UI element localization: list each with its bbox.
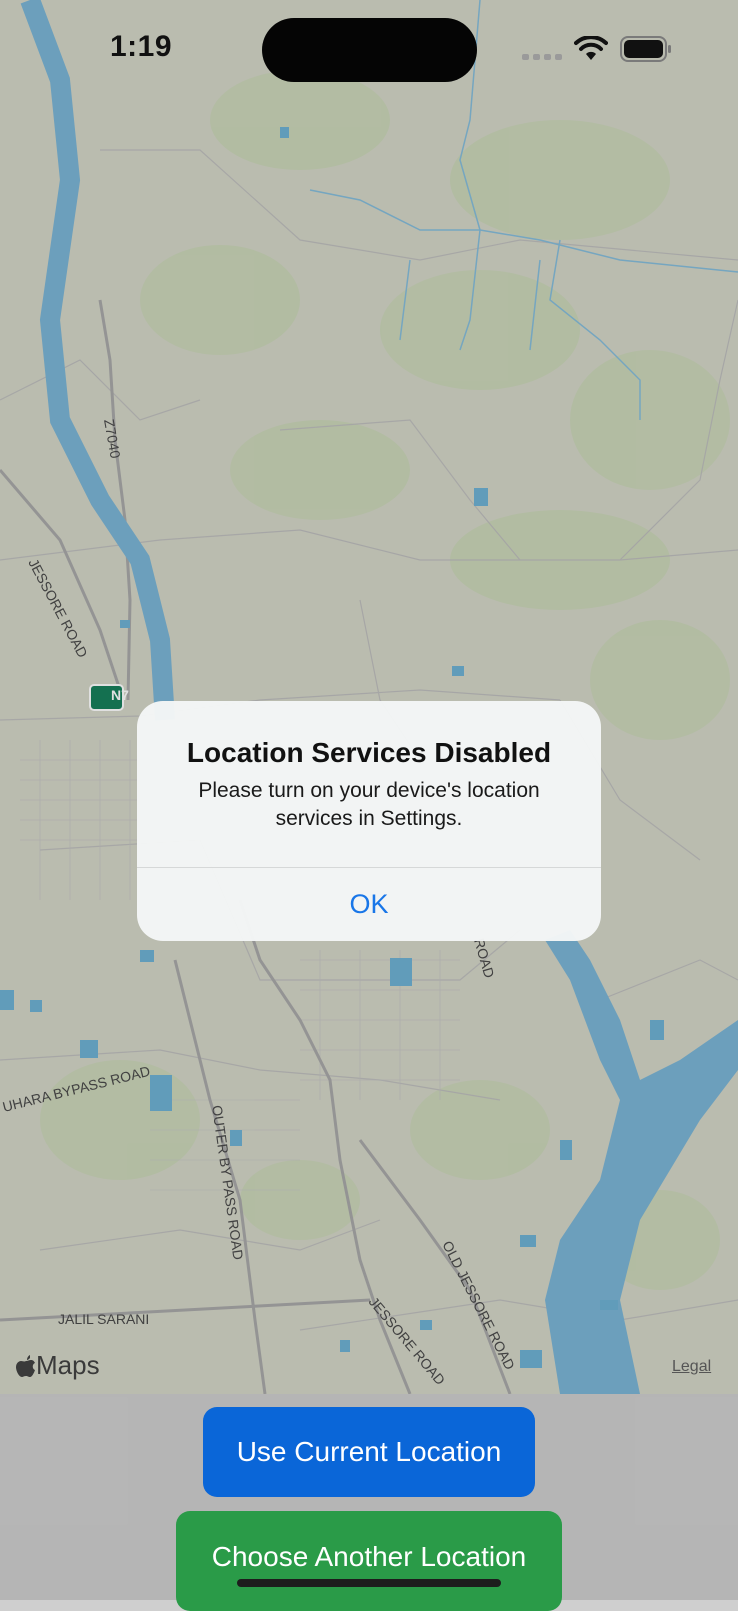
- cellular-signal-icon: [522, 54, 562, 60]
- home-indicator[interactable]: [237, 1579, 501, 1587]
- maps-attribution-text: Maps: [36, 1350, 100, 1380]
- status-time: 1:19: [110, 30, 173, 63]
- location-alert-dialog: Location Services Disabled Please turn o…: [137, 701, 601, 941]
- use-current-location-button[interactable]: Use Current Location: [203, 1407, 535, 1497]
- legal-link[interactable]: Legal: [672, 1358, 711, 1376]
- dynamic-island: [262, 18, 477, 82]
- apple-logo-icon: [16, 1354, 35, 1377]
- use-current-location-label: Use Current Location: [236, 1436, 502, 1467]
- wifi-icon: [574, 36, 608, 60]
- apple-maps-attribution: Maps: [16, 1350, 100, 1381]
- choose-another-location-button[interactable]: Choose Another Location: [176, 1511, 562, 1611]
- choose-another-location-label: Choose Another Location: [211, 1541, 527, 1572]
- alert-ok-button[interactable]: OK: [137, 868, 601, 941]
- alert-title: Location Services Disabled: [186, 737, 552, 768]
- alert-message: Please turn on your device's location se…: [198, 779, 540, 830]
- battery-icon: [620, 36, 671, 62]
- status-bar: 1:19: [0, 0, 738, 100]
